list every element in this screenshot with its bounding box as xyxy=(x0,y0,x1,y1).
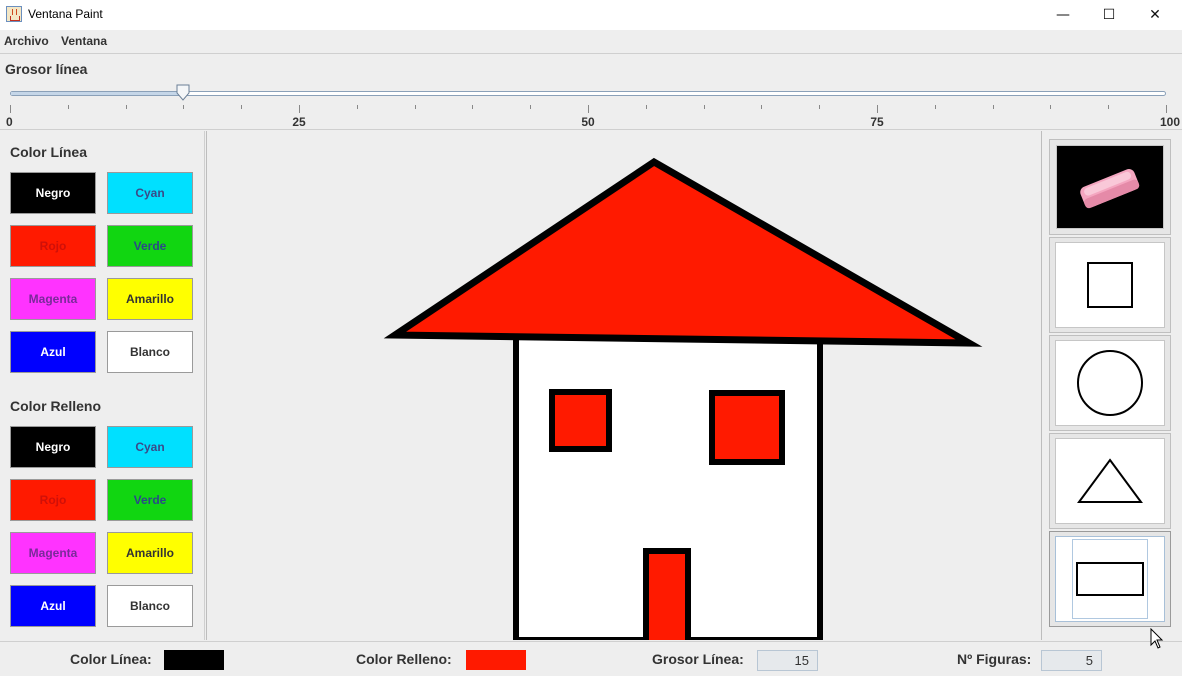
slider-tick xyxy=(530,105,531,109)
house-roof xyxy=(383,157,983,347)
slider-tick xyxy=(415,105,416,109)
fill-color-verde-button[interactable]: Verde xyxy=(107,479,193,521)
minimize-button[interactable]: — xyxy=(1040,0,1086,30)
close-button[interactable]: ✕ xyxy=(1132,0,1178,30)
eraser-tool-button[interactable] xyxy=(1049,139,1171,235)
slider-label-75: 75 xyxy=(870,115,884,129)
slider-tick xyxy=(357,105,358,109)
rectangle-icon xyxy=(1076,562,1144,596)
square-icon xyxy=(1087,262,1133,308)
line-color-negro-button[interactable]: Negro xyxy=(10,172,96,214)
slider-label-0: 0 xyxy=(6,115,13,129)
slider-tick xyxy=(299,105,300,113)
status-thickness-field: 15 xyxy=(757,650,818,671)
status-figures-field: 5 xyxy=(1041,650,1102,671)
slider-tick xyxy=(126,105,127,109)
menu-bar: Archivo Ventana xyxy=(0,30,1182,52)
line-color-azul-button[interactable]: Azul xyxy=(10,331,96,373)
slider-tick xyxy=(1050,105,1051,109)
slider-tick xyxy=(1166,105,1167,113)
square-tool-button[interactable] xyxy=(1049,237,1171,333)
rectangle-tool-button[interactable] xyxy=(1049,531,1171,627)
slider-fill xyxy=(11,92,185,95)
slider-label-25: 25 xyxy=(292,115,306,129)
status-fill-color-label: Color Relleno: xyxy=(356,651,452,667)
status-fill-color-swatch xyxy=(466,650,526,670)
thickness-slider-panel: Grosor línea 0 25 50 75 100 xyxy=(0,53,1182,130)
color-panel: Color Línea Negro Cyan Rojo Verde Magenta Ama… xyxy=(0,131,205,640)
fill-color-title: Color Relleno xyxy=(10,398,102,414)
slider-tick xyxy=(761,105,762,109)
drawing-svg xyxy=(383,157,983,640)
window-title: Ventana Paint xyxy=(28,7,103,21)
slider-tick xyxy=(1108,105,1109,109)
line-color-cyan-button[interactable]: Cyan xyxy=(107,172,193,214)
status-line-color-swatch xyxy=(164,650,224,670)
triangle-icon xyxy=(1077,458,1143,503)
menu-archivo[interactable]: Archivo xyxy=(4,34,49,48)
slider-tick xyxy=(819,105,820,109)
slider-tick xyxy=(588,105,589,113)
line-color-verde-button[interactable]: Verde xyxy=(107,225,193,267)
fill-color-amarillo-button[interactable]: Amarillo xyxy=(107,532,193,574)
circle-tool-button[interactable] xyxy=(1049,335,1171,431)
status-line-color-label: Color Línea: xyxy=(70,651,152,667)
house-door xyxy=(643,548,691,640)
status-bar: Color Línea: Color Relleno: Grosor Línea… xyxy=(0,641,1182,676)
slider-tick xyxy=(877,105,878,113)
line-color-magenta-button[interactable]: Magenta xyxy=(10,278,96,320)
status-thickness-label: Grosor Línea: xyxy=(652,651,744,667)
slider-tick xyxy=(10,105,11,113)
line-color-amarillo-button[interactable]: Amarillo xyxy=(107,278,193,320)
fill-color-cyan-button[interactable]: Cyan xyxy=(107,426,193,468)
slider-thumb[interactable] xyxy=(176,84,190,101)
house-window-right xyxy=(709,390,785,465)
status-figures-label: Nº Figuras: xyxy=(957,651,1032,667)
menu-ventana[interactable]: Ventana xyxy=(61,34,107,48)
slider-tick xyxy=(183,105,184,109)
slider-tick xyxy=(704,105,705,109)
maximize-button[interactable]: ☐ xyxy=(1086,0,1132,30)
drawing-canvas[interactable] xyxy=(206,131,1042,640)
tool-panel xyxy=(1043,131,1182,640)
triangle-tool-button[interactable] xyxy=(1049,433,1171,529)
fill-color-blanco-button[interactable]: Blanco xyxy=(107,585,193,627)
slider-tick xyxy=(241,105,242,109)
line-color-title: Color Línea xyxy=(10,144,88,160)
title-bar: Ventana Paint — ☐ ✕ xyxy=(0,0,1182,30)
house-window-left xyxy=(549,389,612,452)
line-color-blanco-button[interactable]: Blanco xyxy=(107,331,193,373)
slider-tick xyxy=(472,105,473,109)
slider-label-100: 100 xyxy=(1159,115,1180,129)
slider-tick xyxy=(68,105,69,109)
fill-color-negro-button[interactable]: Negro xyxy=(10,426,96,468)
fill-color-azul-button[interactable]: Azul xyxy=(10,585,96,627)
circle-icon xyxy=(1077,350,1143,416)
slider-label-50: 50 xyxy=(581,115,595,129)
mouse-cursor-icon xyxy=(1150,628,1164,649)
fill-color-magenta-button[interactable]: Magenta xyxy=(10,532,96,574)
slider-tick xyxy=(993,105,994,109)
line-color-rojo-button[interactable]: Rojo xyxy=(10,225,96,267)
slider-tick xyxy=(646,105,647,109)
slider-tick xyxy=(935,105,936,109)
fill-color-rojo-button[interactable]: Rojo xyxy=(10,479,96,521)
java-app-icon xyxy=(6,6,22,22)
eraser-icon xyxy=(1080,169,1140,209)
